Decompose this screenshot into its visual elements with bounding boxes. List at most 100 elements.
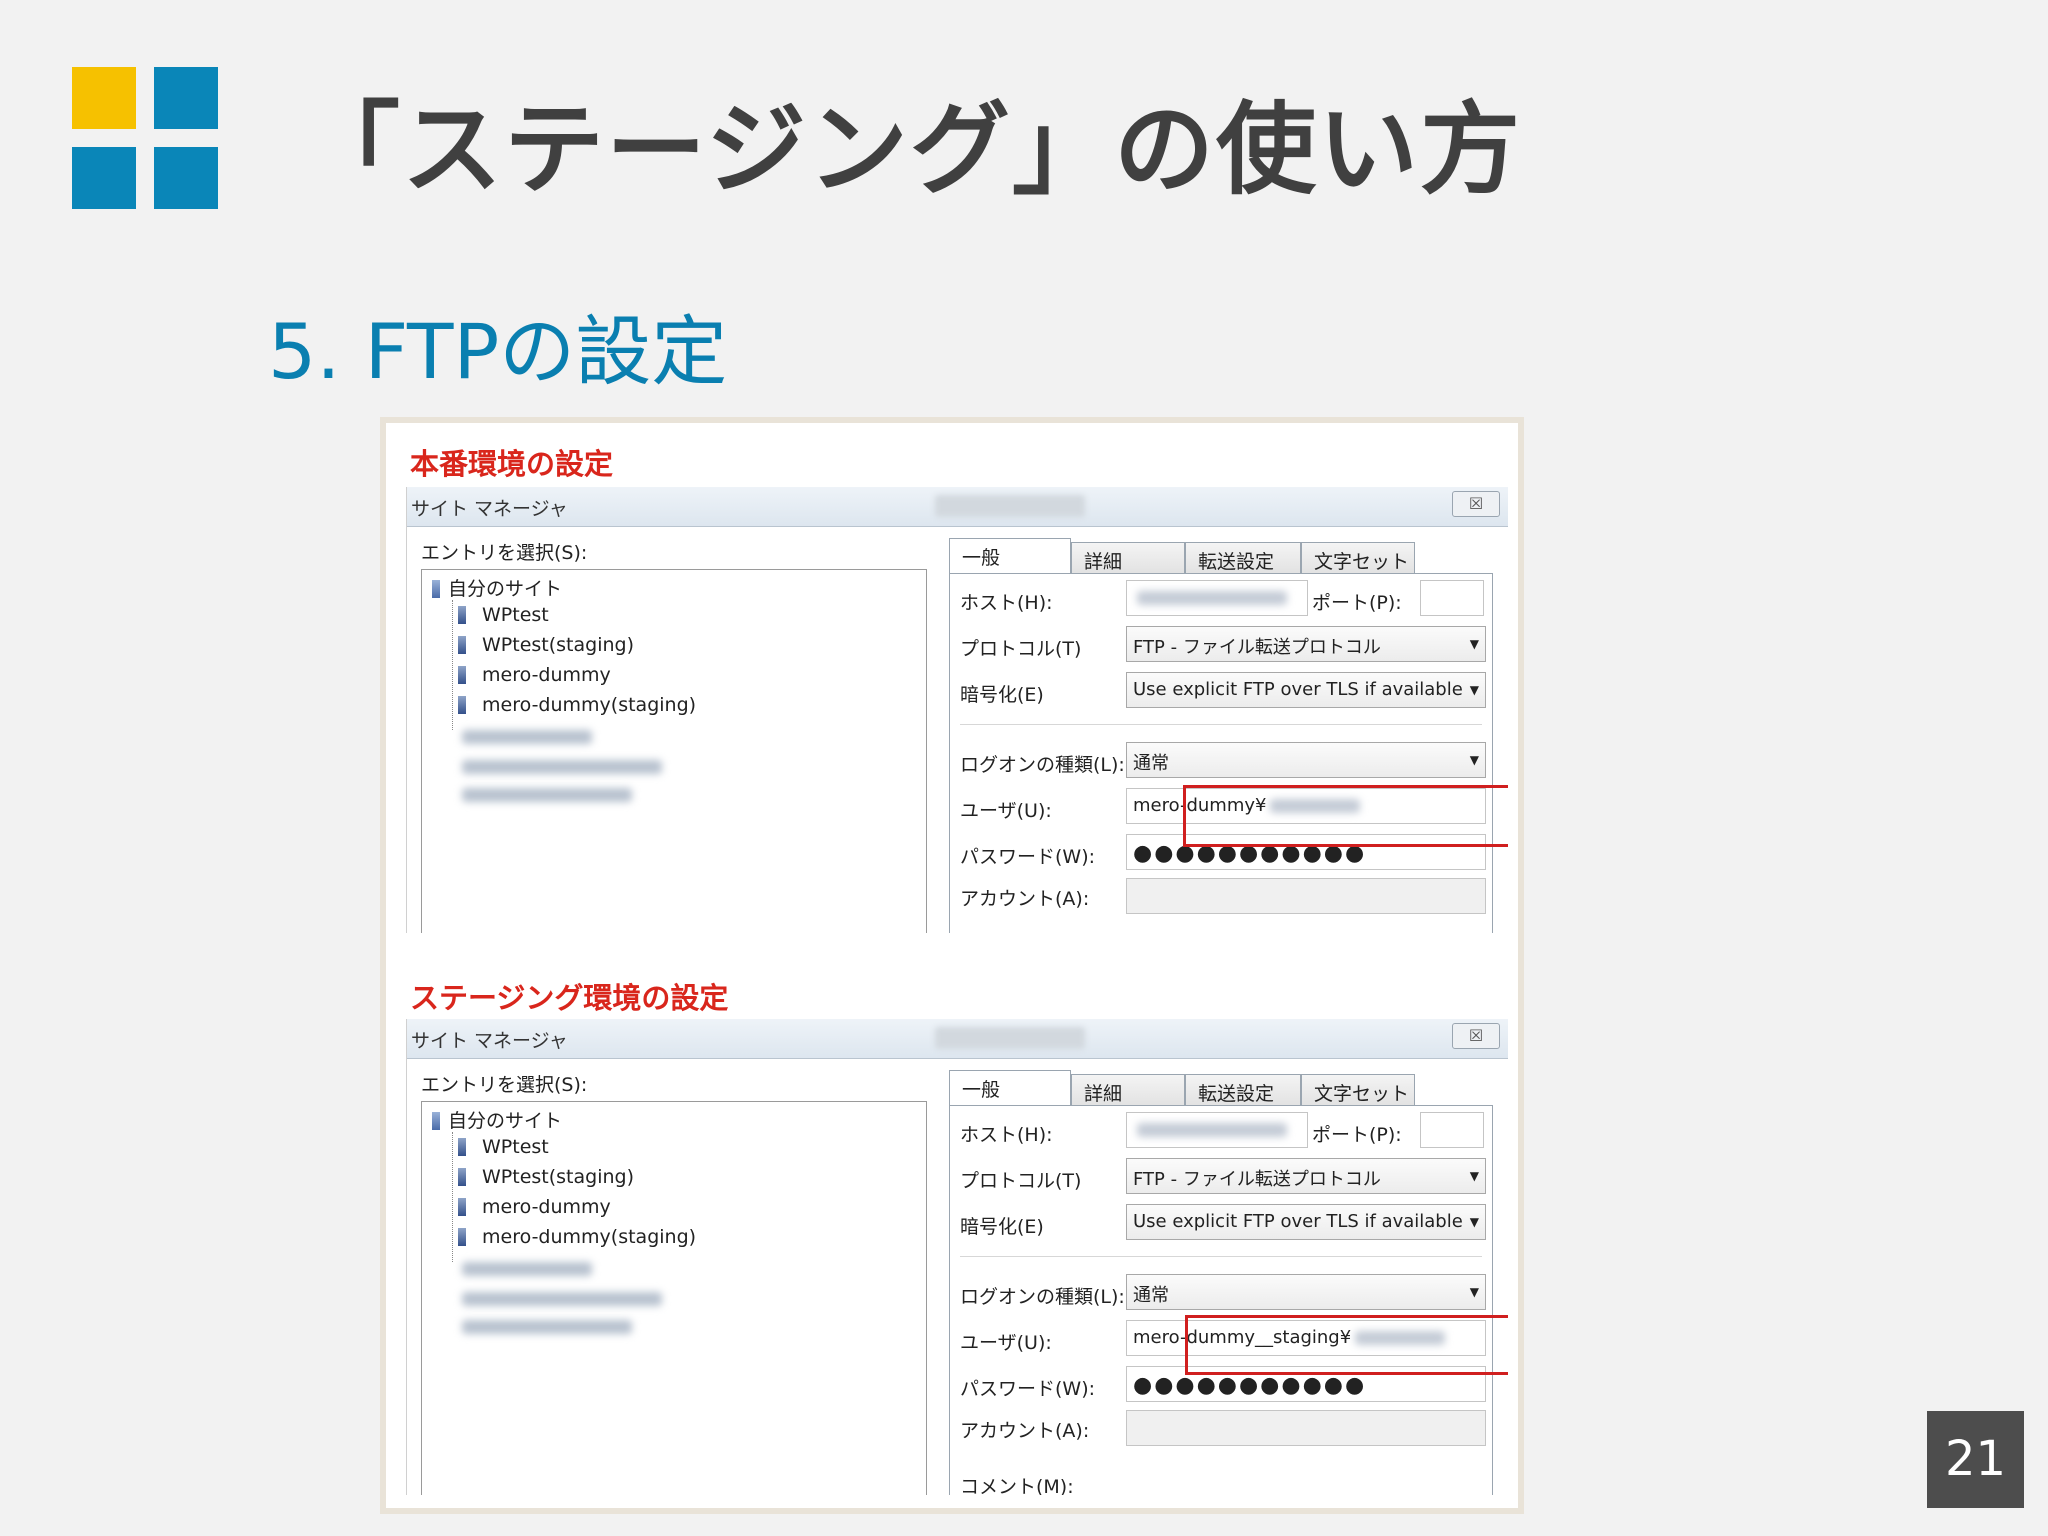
port-label: ポート(P):	[1312, 1124, 1402, 1146]
tree-item-wptest[interactable]: WPtest	[458, 1136, 549, 1158]
blurred-host	[1137, 591, 1287, 605]
site-tree[interactable]: 自分のサイト WPtest WPtest(staging) mero-dummy…	[421, 569, 927, 933]
entry-select-label: エントリを選択(S):	[421, 1074, 588, 1096]
account-label: アカウント(A):	[960, 1420, 1090, 1442]
logo-square-blue	[154, 67, 218, 129]
tab-transfer-settings[interactable]: 転送設定	[1185, 542, 1301, 574]
tree-item-label: WPtest(staging)	[482, 1166, 634, 1188]
tree-item-wptest-staging[interactable]: WPtest(staging)	[458, 634, 634, 656]
tab-general[interactable]: 一般	[949, 1070, 1071, 1108]
logo-square-blue	[154, 147, 218, 209]
tree-item-mero-dummy-staging[interactable]: mero-dummy(staging)	[458, 694, 696, 716]
host-input[interactable]	[1126, 580, 1308, 616]
encryption-select[interactable]: Use explicit FTP over TLS if available ▼	[1126, 672, 1486, 708]
separator	[960, 1256, 1482, 1257]
port-label: ポート(P):	[1312, 592, 1402, 614]
logon-type-select[interactable]: 通常 ▼	[1126, 742, 1486, 778]
tab-general[interactable]: 一般	[949, 538, 1071, 576]
blurred-tab	[935, 495, 1085, 517]
user-highlight-box	[1183, 785, 1508, 847]
blurred-tab	[935, 1027, 1085, 1049]
staging-section: ステージング環境の設定 サイト マネージャ ☒ エントリを選択(S): 自分のサ…	[400, 955, 1514, 1495]
tab-advanced[interactable]: 詳細	[1071, 542, 1185, 574]
logo-square-yellow	[72, 67, 136, 129]
server-icon	[458, 1138, 466, 1156]
logon-type-select[interactable]: 通常 ▼	[1126, 1274, 1486, 1310]
password-label: パスワード(W):	[960, 1378, 1096, 1400]
protocol-select[interactable]: FTP - ファイル転送プロトコル ▼	[1126, 1158, 1486, 1194]
blurred-tree-item	[462, 1320, 632, 1334]
tree-item-mero-dummy[interactable]: mero-dummy	[458, 664, 611, 686]
folder-icon	[432, 1112, 440, 1130]
server-icon	[458, 1228, 466, 1246]
host-input[interactable]	[1126, 1112, 1308, 1148]
logon-type-value: 通常	[1133, 753, 1169, 774]
site-tree[interactable]: 自分のサイト WPtest WPtest(staging) mero-dummy…	[421, 1101, 927, 1495]
logon-type-label: ログオンの種類(L):	[960, 754, 1125, 776]
blurred-tree-item	[462, 1262, 592, 1276]
host-label: ホスト(H):	[960, 592, 1053, 614]
page-number: 21	[1927, 1411, 2024, 1508]
slide-logo	[72, 67, 218, 209]
entry-select-label: エントリを選択(S):	[421, 542, 588, 564]
protocol-select[interactable]: FTP - ファイル転送プロトコル ▼	[1126, 626, 1486, 662]
tab-charset[interactable]: 文字セット	[1301, 1074, 1415, 1106]
blurred-tree-item	[462, 730, 592, 744]
protocol-value: FTP - ファイル転送プロトコル	[1133, 637, 1381, 658]
production-section: 本番環境の設定 サイト マネージャ ☒ エントリを選択(S): 自分のサイト W…	[400, 423, 1514, 933]
tree-item-wptest[interactable]: WPtest	[458, 604, 549, 626]
account-input[interactable]	[1126, 1410, 1486, 1446]
account-input[interactable]	[1126, 878, 1486, 914]
tree-item-label: mero-dummy(staging)	[482, 1226, 697, 1248]
tab-advanced[interactable]: 詳細	[1071, 1074, 1185, 1106]
tab-charset[interactable]: 文字セット	[1301, 542, 1415, 574]
protocol-value: FTP - ファイル転送プロトコル	[1133, 1169, 1381, 1190]
host-label: ホスト(H):	[960, 1124, 1053, 1146]
general-settings-panel: ホスト(H): ポート(P): プロトコル(T) FTP - ファイル転送プロト…	[949, 573, 1493, 933]
user-highlight-box	[1185, 1315, 1508, 1375]
tab-transfer-settings[interactable]: 転送設定	[1185, 1074, 1301, 1106]
tree-item-mero-dummy[interactable]: mero-dummy	[458, 1196, 611, 1218]
folder-icon	[432, 580, 440, 598]
tree-item-mero-dummy-staging[interactable]: mero-dummy(staging)	[458, 1226, 696, 1248]
server-icon	[458, 666, 466, 684]
tree-item-wptest-staging[interactable]: WPtest(staging)	[458, 1166, 634, 1188]
user-label: ユーザ(U):	[960, 800, 1052, 822]
password-label: パスワード(W):	[960, 846, 1096, 868]
tree-item-label: WPtest(staging)	[482, 634, 634, 656]
tree-root-my-sites[interactable]: 自分のサイト	[432, 574, 562, 601]
server-icon	[458, 1168, 466, 1186]
encryption-label: 暗号化(E)	[960, 1216, 1044, 1238]
encryption-value: Use explicit FTP over TLS if available	[1133, 1211, 1463, 1232]
site-manager-window: サイト マネージャ ☒ エントリを選択(S): 自分のサイト WPtest WP…	[406, 1019, 1508, 1495]
protocol-label: プロトコル(T)	[960, 1170, 1082, 1192]
logon-type-value: 通常	[1133, 1285, 1169, 1306]
window-titlebar: サイト マネージャ ☒	[407, 1019, 1508, 1059]
tree-root-label: 自分のサイト	[448, 578, 563, 600]
server-icon	[458, 606, 466, 624]
blurred-tree-item	[462, 760, 662, 774]
encryption-select[interactable]: Use explicit FTP over TLS if available ▼	[1126, 1204, 1486, 1240]
dropdown-arrow-icon: ▼	[1469, 753, 1479, 767]
tree-item-label: WPtest	[482, 1136, 549, 1158]
account-label: アカウント(A):	[960, 888, 1090, 910]
protocol-label: プロトコル(T)	[960, 638, 1082, 660]
site-manager-window: サイト マネージャ ☒ エントリを選択(S): 自分のサイト WPtest WP…	[406, 487, 1508, 933]
close-icon[interactable]: ☒	[1452, 1023, 1500, 1049]
encryption-label: 暗号化(E)	[960, 684, 1044, 706]
user-label: ユーザ(U):	[960, 1332, 1052, 1354]
slide-subtitle: 5. FTPの設定	[268, 307, 728, 396]
dropdown-arrow-icon: ▼	[1469, 1169, 1479, 1183]
slide-title: 「ステージング」の使い方	[300, 91, 1522, 208]
close-icon[interactable]: ☒	[1452, 491, 1500, 517]
blurred-host	[1137, 1123, 1287, 1137]
tree-root-my-sites[interactable]: 自分のサイト	[432, 1106, 562, 1133]
port-input[interactable]	[1420, 580, 1484, 616]
staging-heading: ステージング環境の設定	[410, 981, 729, 1015]
tree-item-label: mero-dummy	[482, 664, 611, 686]
server-icon	[458, 696, 466, 714]
logon-type-label: ログオンの種類(L):	[960, 1286, 1125, 1308]
tree-item-label: mero-dummy	[482, 1196, 611, 1218]
port-input[interactable]	[1420, 1112, 1484, 1148]
dropdown-arrow-icon: ▼	[1469, 1215, 1479, 1229]
